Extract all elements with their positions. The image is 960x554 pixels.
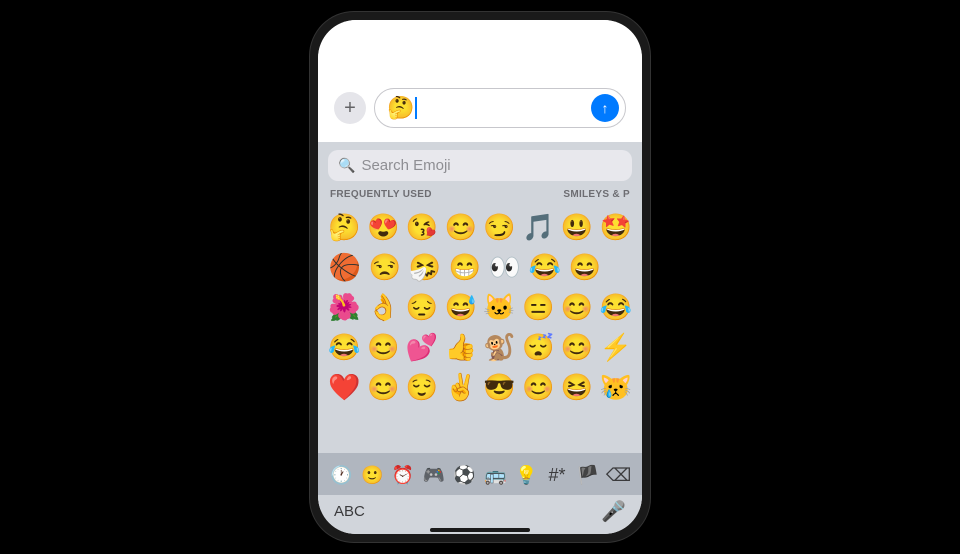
- toolbar-travel-icon[interactable]: 🚌: [480, 459, 511, 491]
- toolbar-symbols-icon[interactable]: #*: [542, 459, 573, 491]
- emoji-smile3[interactable]: 😊: [559, 288, 596, 326]
- emoji-row-3: 🌺 👌 😔 😅 🐱 😑 😊 😂: [326, 288, 634, 326]
- message-text-field[interactable]: 🤔 ↑: [374, 88, 626, 128]
- toolbar-sports-icon[interactable]: ⚽: [449, 459, 480, 491]
- send-message-button[interactable]: ↑: [591, 94, 619, 122]
- microphone-icon[interactable]: 🎤: [601, 499, 626, 524]
- emoji-joy[interactable]: 😂: [526, 248, 564, 286]
- emoji-kiss[interactable]: 😘: [404, 208, 441, 246]
- emoji-sunglasses[interactable]: 😎: [481, 368, 518, 406]
- home-indicator: [430, 528, 530, 532]
- emoji-smile5[interactable]: 😊: [559, 328, 596, 366]
- toolbar-objects-icon[interactable]: 💡: [511, 459, 542, 491]
- emoji-smile6[interactable]: 😊: [365, 368, 402, 406]
- emoji-pensive[interactable]: 😔: [404, 288, 441, 326]
- add-attachment-button[interactable]: +: [334, 92, 366, 124]
- emoji-monkey[interactable]: 🐒: [481, 328, 518, 366]
- toolbar-delete-icon[interactable]: ⌫: [603, 459, 634, 491]
- toolbar-clock-icon[interactable]: ⏰: [388, 459, 419, 491]
- smileys-label: SMILEYS & P: [563, 189, 630, 200]
- emoji-smile[interactable]: 😊: [442, 208, 479, 246]
- emoji-heart-eyes[interactable]: 😍: [365, 208, 402, 246]
- message-input-row: + 🤔 ↑: [334, 82, 626, 134]
- toolbar-recent-icon[interactable]: 🕐: [326, 459, 357, 491]
- text-cursor: [415, 97, 417, 119]
- emoji-eyes[interactable]: 👀: [486, 248, 524, 286]
- emoji-smile2[interactable]: 😄: [566, 248, 604, 286]
- emoji-sneezing[interactable]: 🤧: [406, 248, 444, 286]
- emoji-crying-cat[interactable]: 😿: [597, 368, 634, 406]
- search-placeholder-text: Search Emoji: [361, 157, 450, 174]
- emoji-two-hearts[interactable]: 💕: [404, 328, 441, 366]
- emoji-ok-hand[interactable]: 👌: [365, 288, 402, 326]
- category-headers: FREQUENTLY USED SMILEYS & P: [318, 187, 642, 202]
- emoji-search-bar[interactable]: 🔍 Search Emoji: [328, 150, 632, 181]
- emoji-smile4[interactable]: 😊: [365, 328, 402, 366]
- emoji-keyboard: 🔍 Search Emoji FREQUENTLY USED SMILEYS &…: [318, 142, 642, 495]
- typed-emoji: 🤔: [387, 97, 414, 119]
- emoji-sleeping[interactable]: 😴: [520, 328, 557, 366]
- emoji-unamused[interactable]: 😒: [366, 248, 404, 286]
- emoji-victory[interactable]: ✌️: [442, 368, 479, 406]
- emoji-hibiscus[interactable]: 🌺: [326, 288, 363, 326]
- emoji-row-4: 😂 😊 💕 👍 🐒 😴 😊 ⚡: [326, 328, 634, 366]
- emoji-star-struck[interactable]: 🤩: [597, 208, 634, 246]
- phone-screen: + 🤔 ↑ 🔍 Search Emoji FREQUENTLY USED: [318, 20, 642, 534]
- toolbar-game-icon[interactable]: 🎮: [418, 459, 449, 491]
- emoji-row-1: 🤔 😍 😘 😊 😏 🎵 😃 🤩: [326, 208, 634, 246]
- message-compose-area: + 🤔 ↑: [318, 70, 642, 142]
- emoji-category-toolbar: 🕐 🙂 ⏰ 🎮 ⚽ 🚌 💡 #* 🏴 ⌫: [318, 453, 642, 495]
- emoji-joy2[interactable]: 😂: [326, 328, 363, 366]
- emoji-row-2: 🏀 😒 🤧 😁 👀 😂 😄: [326, 248, 634, 286]
- toolbar-smiley-icon[interactable]: 🙂: [357, 459, 388, 491]
- emoji-grin[interactable]: 😃: [559, 208, 596, 246]
- search-icon: 🔍: [338, 157, 355, 174]
- emoji-thinking[interactable]: 🤔: [326, 208, 363, 246]
- emoji-relieved[interactable]: 😌: [404, 368, 441, 406]
- emoji-heart[interactable]: ❤️: [326, 368, 363, 406]
- send-arrow-icon: ↑: [602, 100, 609, 116]
- emoji-notes[interactable]: 🎵: [520, 208, 557, 246]
- emoji-smirk[interactable]: 😏: [481, 208, 518, 246]
- abc-keyboard-button[interactable]: ABC: [334, 503, 365, 520]
- emoji-smile7[interactable]: 😊: [520, 368, 557, 406]
- emoji-thumbs-up[interactable]: 👍: [442, 328, 479, 366]
- emoji-laughing2[interactable]: 😆: [559, 368, 596, 406]
- emoji-beaming[interactable]: 😁: [446, 248, 484, 286]
- emoji-sweat-smile[interactable]: 😅: [442, 288, 479, 326]
- phone-frame: + 🤔 ↑ 🔍 Search Emoji FREQUENTLY USED: [310, 12, 650, 542]
- frequently-used-label: FREQUENTLY USED: [330, 189, 432, 200]
- emoji-row-5: ❤️ 😊 😌 ✌️ 😎 😊 😆 😿: [326, 368, 634, 406]
- emoji-grid: 🤔 😍 😘 😊 😏 🎵 😃 🤩 🏀 😒 🤧 😁 👀 😂: [318, 204, 642, 453]
- emoji-cat[interactable]: 🐱: [481, 288, 518, 326]
- toolbar-flags-icon[interactable]: 🏴: [572, 459, 603, 491]
- emoji-basketball[interactable]: 🏀: [326, 248, 364, 286]
- emoji-zap[interactable]: ⚡: [597, 328, 634, 366]
- emoji-expressionless[interactable]: 😑: [520, 288, 557, 326]
- phone-top-area: [318, 20, 642, 70]
- emoji-laughing[interactable]: 😂: [597, 288, 634, 326]
